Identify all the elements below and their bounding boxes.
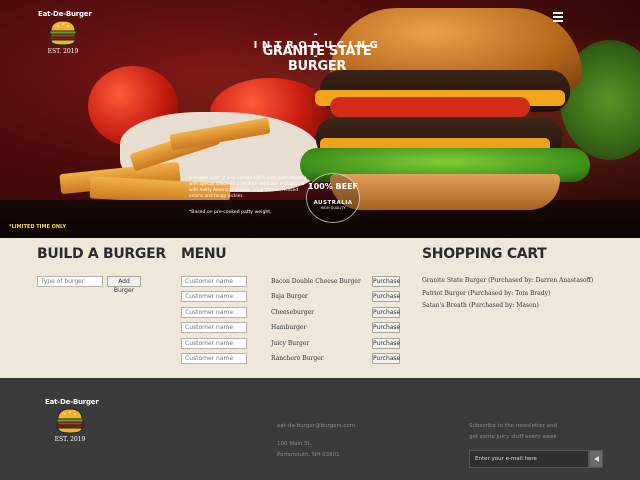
newsletter-submit-button[interactable] (589, 450, 603, 468)
send-arrow-icon (594, 456, 599, 462)
footer-address-line1: 100 Main St. (277, 441, 312, 447)
burger-type-input[interactable]: Type of burger (37, 276, 103, 287)
purchase-button[interactable]: Purchase (372, 353, 400, 364)
menu-item-name: Bacon Double Cheese Burger (271, 278, 361, 285)
shopping-cart-title: SHOPPING CART (422, 246, 547, 262)
hero-banner: Eat-De-Burger EST. 2019 - INTRODUCING - … (0, 0, 640, 238)
menu-item-name: Baja Burger (271, 293, 308, 300)
newsletter-email-input[interactable]: Enter your e-mail here (469, 450, 589, 468)
purchase-button[interactable]: Purchase (372, 276, 400, 287)
newsletter-text-line1: Subscribe to the newsletter and (469, 423, 558, 429)
burger-logo-icon (56, 408, 84, 434)
customer-name-input[interactable]: Customer name (181, 276, 247, 287)
menu-item-name: Ranchero Burger (271, 355, 324, 362)
hero-note: *Based on pre-cooked patty weight. (189, 210, 272, 215)
menu-item-name: Hamburger (271, 324, 307, 331)
cart-item: Satan's Breath (Purchased by: Mason) (422, 302, 539, 309)
customer-name-input[interactable]: Customer name (181, 307, 247, 318)
purchase-button[interactable]: Purchase (372, 291, 400, 302)
hero-description: A double layer of sear-sizzled 100% pure… (189, 176, 307, 199)
menu-item-name: Juicy Burger (271, 340, 310, 347)
footer-logo-title: Eat-De-Burger (45, 398, 99, 406)
menu-title: MENU (181, 246, 227, 262)
footer-address-line2: Portsmouth, NH 03801 (277, 452, 340, 458)
hamburger-menu-icon[interactable] (553, 12, 563, 24)
newsletter-text-line2: get some juicy stuff every week. (469, 434, 559, 440)
footer-logo[interactable]: Eat-De-Burger EST. 2019 (45, 398, 99, 443)
badge-bottom-text: HIGH QUALITY (320, 206, 346, 210)
customer-name-input[interactable]: Customer name (181, 338, 247, 349)
purchase-button[interactable]: Purchase (372, 322, 400, 333)
burger-logo-icon (49, 20, 77, 46)
menu-item-name: Cheeseburger (271, 309, 315, 316)
logo-title: Eat-De-Burger (38, 10, 92, 18)
cart-item: Patriot Burger (Purchased by: Tom Brady) (422, 290, 551, 297)
hero-product-name: GRANITE STATE BURGER (262, 44, 372, 74)
cart-item: Granite State Burger (Purchased by: Darr… (422, 277, 594, 284)
badge-top-text: 100% BEEF (308, 182, 358, 191)
customer-name-input[interactable]: Customer name (181, 291, 247, 302)
purchase-button[interactable]: Purchase (372, 307, 400, 318)
customer-name-input[interactable]: Customer name (181, 353, 247, 364)
footer-logo-est: EST. 2019 (54, 436, 86, 443)
footer-email[interactable]: eat-da-burger@burgers.com (277, 423, 355, 429)
build-burger-title: BUILD A BURGER (37, 246, 166, 262)
limited-time-label: *LIMITED TIME ONLY (9, 224, 67, 230)
add-burger-button[interactable]: Add Burger (107, 276, 141, 294)
beef-badge: 100% BEEF AUSTRALIA HIGH QUALITY (306, 173, 360, 223)
header-logo[interactable]: Eat-De-Burger EST. 2019 (38, 10, 92, 55)
purchase-button[interactable]: Purchase (372, 338, 400, 349)
logo-est: EST. 2019 (47, 48, 79, 55)
customer-name-input[interactable]: Customer name (181, 322, 247, 333)
